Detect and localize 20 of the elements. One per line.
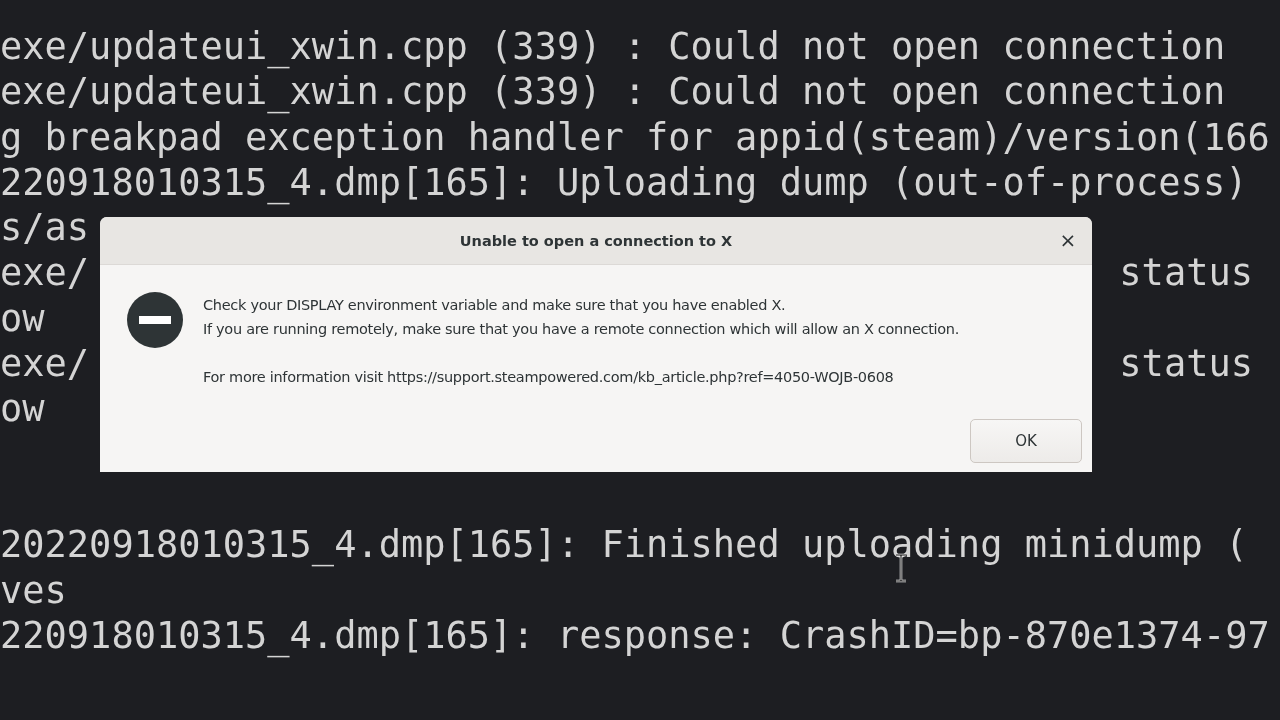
terminal-line: ow	[0, 386, 45, 432]
ok-button[interactable]: OK	[970, 419, 1082, 463]
terminal-line: 220918010315_4.dmp[165]: response: CrashID=bp-870e1374-97	[0, 612, 1270, 659]
terminal-line: ves	[0, 567, 67, 613]
dialog-title: Unable to open a connection to X	[459, 232, 733, 249]
terminal-line: status	[1119, 341, 1253, 387]
message-text: Check your DISPLAY environment variable and make sure that you have enabled X. If you are running remotely, make sure that you have a remote connection which will allow an X connection.	[203, 296, 960, 339]
terminal-line: s/as	[0, 205, 90, 251]
terminal-line: 220918010315_4.dmp[165]: Uploading dump (out-of-process)	[0, 159, 1248, 206]
terminal-line: exe/	[0, 341, 90, 387]
terminal-line: exe/updateui_xwin.cpp (339) : Could not open connection	[0, 24, 1226, 70]
terminal-line: exe/	[0, 250, 90, 296]
error-icon	[127, 292, 183, 348]
close-button[interactable]: ×	[1056, 228, 1080, 252]
message-text: For more information visit https://support.steampowered.com/kb_article.php?ref=4050-WOJB-0608	[203, 368, 895, 387]
terminal-line: g breakpad exception handler for appid(steam)/version(166	[0, 114, 1270, 160]
terminal-line: 20220918010315_4.dmp[165]: Finished uploading minidump (	[0, 522, 1248, 568]
terminal-line: exe/updateui_xwin.cpp (339) : Could not open connection	[0, 69, 1226, 115]
terminal-line: status	[1119, 250, 1253, 296]
terminal-line: ow	[0, 295, 45, 342]
